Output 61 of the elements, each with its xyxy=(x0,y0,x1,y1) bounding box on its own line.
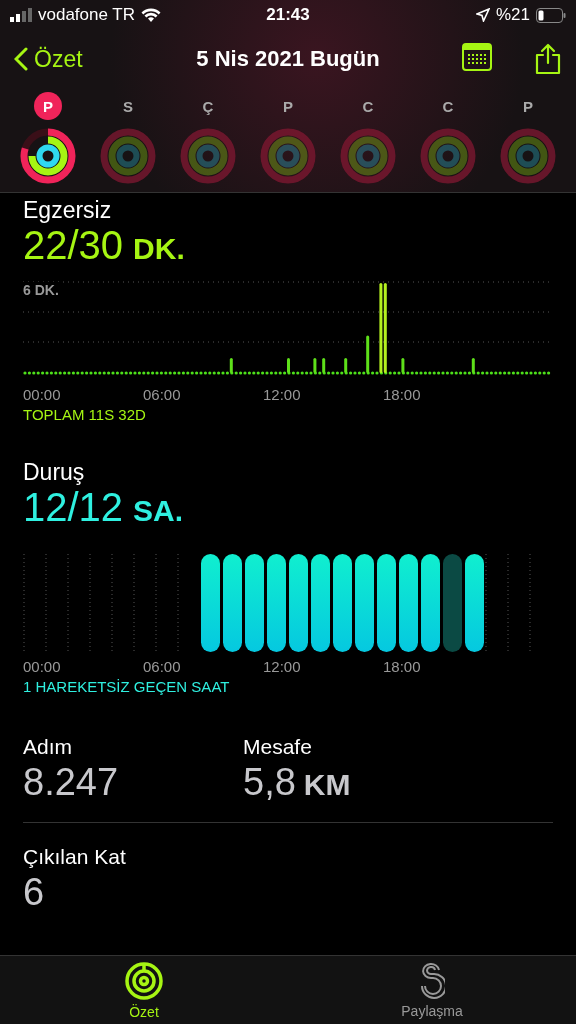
exercise-bar xyxy=(229,358,233,373)
exercise-bar xyxy=(471,358,475,373)
time-label: 18:00 xyxy=(383,386,422,403)
stat-label: Adım xyxy=(23,735,73,759)
activity-rings-icon xyxy=(500,128,556,184)
wifi-icon xyxy=(141,7,162,23)
carrier-name: vodafone TR xyxy=(38,5,136,25)
total-label: TOPLAM 11S 32D xyxy=(23,406,147,423)
day-selector[interactable]: C xyxy=(354,92,382,120)
location-arrow-icon xyxy=(475,8,490,22)
battery-icon xyxy=(536,7,566,23)
battery-percent: %21 xyxy=(495,5,530,25)
unit-label: DK. xyxy=(133,233,185,265)
time-label: 00:00 xyxy=(23,386,62,403)
stat-value: 6 xyxy=(23,871,45,914)
nav-title: 5 Nis 2021 Bugün xyxy=(196,46,380,72)
activity-rings-icon xyxy=(420,128,476,184)
stat-label: Çıkılan Kat xyxy=(23,845,127,869)
time-label: 18:00 xyxy=(383,658,422,675)
unit-label: SA. xyxy=(133,495,184,527)
stat-value: 8.247 xyxy=(23,761,119,804)
section-title: Egzersiz xyxy=(23,197,113,224)
clock-time: 21:43 xyxy=(266,5,310,25)
time-label: 12:00 xyxy=(263,658,302,675)
activity-rings-icon xyxy=(340,128,396,184)
day-selector[interactable]: Ç xyxy=(194,92,222,120)
calendar-icon[interactable] xyxy=(462,43,492,71)
section-title: Duruş xyxy=(23,459,86,486)
share-icon[interactable] xyxy=(534,43,562,75)
day-selector[interactable]: S xyxy=(114,92,142,120)
day-selector[interactable]: C xyxy=(434,92,462,120)
exercise-bar xyxy=(366,335,370,373)
day-selector[interactable]: P xyxy=(514,92,542,120)
exercise-bar xyxy=(287,358,290,373)
time-label: 12:00 xyxy=(263,386,302,403)
exercise-bar xyxy=(344,358,348,373)
day-selector[interactable]: P xyxy=(274,92,302,120)
day-selector[interactable]: P xyxy=(34,92,62,120)
exercise-bar xyxy=(322,358,326,373)
exercise-bar xyxy=(401,358,405,373)
linked-s-icon xyxy=(419,961,445,1000)
activity-rings-icon xyxy=(180,128,236,184)
exercise-value: 22/30 xyxy=(23,224,124,266)
tab-item[interactable]: Paylaşma xyxy=(288,956,576,1024)
exercise-bar xyxy=(313,358,317,373)
signal-icon xyxy=(10,8,32,22)
stat-label: Mesafe xyxy=(243,735,313,759)
unit-label: KM xyxy=(303,768,351,802)
rings-icon xyxy=(124,960,164,1001)
chevron-left-icon xyxy=(14,47,28,71)
time-label: 00:00 xyxy=(23,658,62,675)
stand-value: 12/12 xyxy=(23,486,124,528)
stat-value: 5,8 xyxy=(243,761,296,804)
activity-rings-icon xyxy=(100,128,156,184)
time-label: 06:00 xyxy=(143,386,182,403)
activity-rings-icon xyxy=(20,128,76,184)
activity-rings-icon xyxy=(260,128,316,184)
back-button[interactable]: Özet xyxy=(14,45,164,73)
inactive-hours-label: 1 HAREKETSİZ GEÇEN SAAT xyxy=(23,678,231,695)
tab-item[interactable]: Özet xyxy=(0,956,288,1024)
time-label: 06:00 xyxy=(143,658,182,675)
